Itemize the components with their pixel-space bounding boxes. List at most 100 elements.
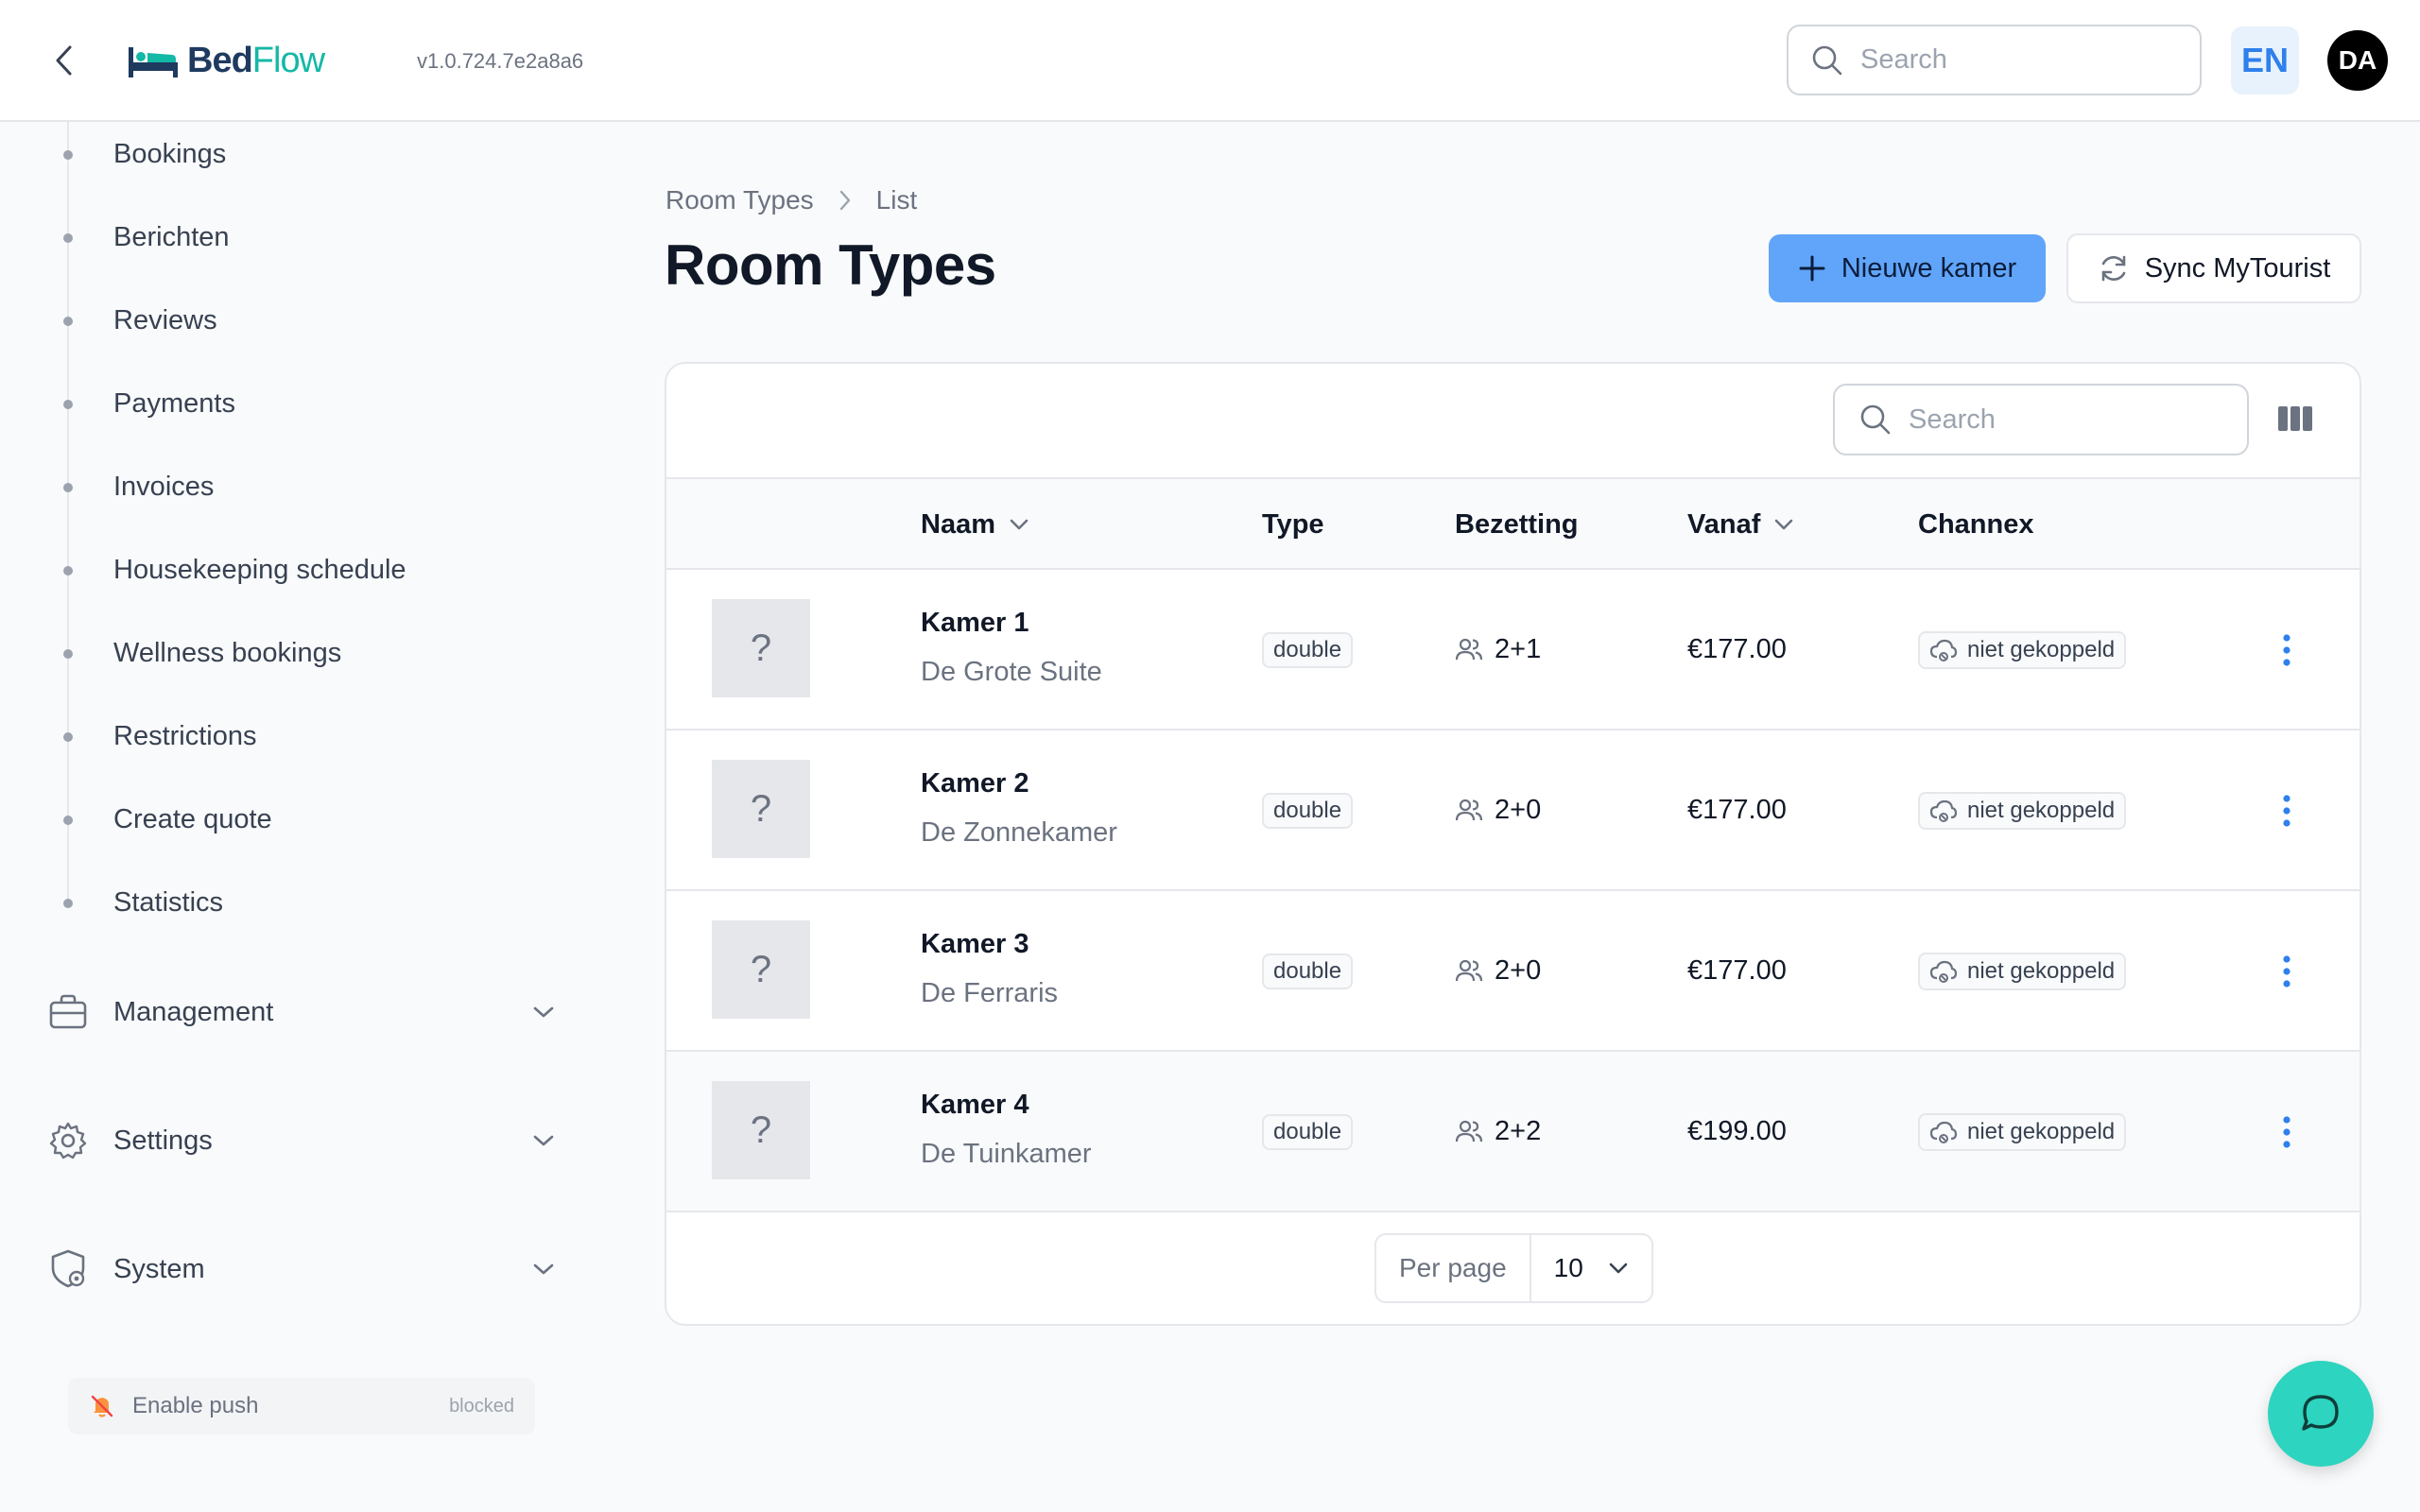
room-type-badge: double (1262, 1114, 1354, 1150)
sidebar-group-system[interactable]: System (47, 1241, 558, 1297)
more-vertical-icon (2283, 955, 2290, 988)
global-search[interactable] (1787, 25, 2202, 95)
room-subtitle: De Ferraris (921, 978, 1059, 1008)
table-search-input[interactable] (1909, 404, 2192, 436)
channex-status-badge: niet gekoppeld (1918, 953, 2127, 990)
sidebar-item-label: Invoices (113, 472, 215, 502)
shield-gear-icon (47, 1248, 89, 1290)
user-avatar[interactable]: DA (2327, 30, 2388, 91)
row-actions-button[interactable] (2273, 628, 2300, 672)
search-icon (1860, 404, 1891, 435)
room-price: €199.00 (1687, 1116, 1787, 1146)
sidebar-item-bookings[interactable]: Bookings (63, 135, 226, 173)
room-types-table-card: Naam Type Bezetting Vanaf Channex ? Kame… (665, 362, 2361, 1326)
chevron-right-icon (839, 190, 850, 211)
new-room-button[interactable]: Nieuwe kamer (1769, 234, 2046, 302)
column-header-naam[interactable]: Naam (921, 479, 1029, 570)
app-version: v1.0.724.7e2a8a6 (417, 49, 584, 73)
sidebar-item-payments[interactable]: Payments (63, 385, 235, 422)
room-thumbnail: ? (712, 760, 810, 858)
cloud-off-icon (1929, 1121, 1958, 1143)
room-subtitle: De Grote Suite (921, 657, 1102, 687)
chat-bubble-icon (2302, 1395, 2339, 1431)
table-row[interactable]: ? Kamer 1 De Grote Suite double 2+1 €177… (666, 570, 2360, 730)
chevron-left-icon (56, 45, 72, 76)
column-header-type: Type (1262, 479, 1324, 570)
room-price: €177.00 (1687, 955, 1787, 986)
sidebar-item-invoices[interactable]: Invoices (63, 468, 215, 506)
table-row[interactable]: ? Kamer 2 De Zonnekamer double 2+0 €177.… (666, 730, 2360, 891)
more-vertical-icon (2283, 1116, 2290, 1148)
channex-status-label: niet gekoppeld (1967, 958, 2116, 984)
sidebar-item-label: Create quote (113, 804, 272, 834)
users-icon (1455, 1120, 1483, 1143)
bell-off-icon (91, 1395, 113, 1418)
cloud-off-icon (1929, 960, 1958, 983)
back-button[interactable] (47, 42, 81, 79)
sidebar-item-wellness[interactable]: Wellness bookings (63, 634, 342, 672)
room-name: Kamer 4 (921, 1090, 1029, 1120)
sidebar-item-housekeeping[interactable]: Housekeeping schedule (63, 551, 406, 589)
breadcrumb-parent[interactable]: Room Types (666, 185, 814, 215)
sidebar-item-create-quote[interactable]: Create quote (63, 800, 272, 838)
toggle-columns-button[interactable] (2276, 402, 2314, 436)
per-page-select[interactable]: 10 (1531, 1235, 1651, 1301)
occupancy-value: 2+1 (1495, 633, 1542, 664)
nav-dot (63, 233, 73, 243)
app-logo[interactable]: BedFlow (127, 36, 325, 85)
nav-dot (63, 816, 73, 825)
page-title: Room Types (665, 233, 996, 297)
sidebar-group-label: Management (113, 996, 274, 1027)
room-thumbnail: ? (712, 920, 810, 1019)
more-vertical-icon (2283, 795, 2290, 827)
sidebar-item-reviews[interactable]: Reviews (63, 301, 217, 339)
nav-dot (63, 649, 73, 659)
breadcrumb: Room Types List (666, 185, 917, 215)
column-header-label: Type (1262, 508, 1324, 540)
sidebar-item-label: Reviews (113, 305, 217, 335)
search-icon (1812, 45, 1842, 75)
table-row[interactable]: ? Kamer 4 De Tuinkamer double 2+2 €199.0… (666, 1052, 2360, 1212)
sidebar-group-management[interactable]: Management (47, 984, 558, 1040)
column-header-vanaf[interactable]: Vanaf (1687, 479, 1794, 570)
new-room-label: Nieuwe kamer (1841, 252, 2017, 284)
users-icon (1455, 638, 1483, 661)
pagination: Per page 10 (1374, 1233, 1653, 1303)
channex-status-badge: niet gekoppeld (1918, 792, 2127, 830)
enable-push-button[interactable]: Enable push blocked (68, 1378, 535, 1435)
logo-text-flow: Flow (251, 40, 325, 80)
table-toolbar (666, 364, 2360, 477)
room-name: Kamer 3 (921, 929, 1029, 959)
more-vertical-icon (2283, 634, 2290, 666)
table-row[interactable]: ? Kamer 3 De Ferraris double 2+0 €177.00… (666, 891, 2360, 1052)
sidebar-item-berichten[interactable]: Berichten (63, 218, 230, 256)
row-actions-button[interactable] (2273, 1110, 2300, 1154)
sync-mytourist-label: Sync MyTourist (2144, 252, 2331, 284)
room-name: Kamer 1 (921, 608, 1029, 638)
sidebar-item-label: Wellness bookings (113, 638, 342, 668)
briefcase-icon (47, 991, 89, 1033)
sidebar-item-statistics[interactable]: Statistics (63, 884, 223, 921)
global-search-input[interactable] (1860, 44, 2125, 76)
row-actions-button[interactable] (2273, 789, 2300, 833)
sidebar-item-restrictions[interactable]: Restrictions (63, 717, 257, 755)
occupancy: 2+0 (1455, 791, 1541, 829)
language-switcher[interactable]: EN (2231, 26, 2299, 94)
cloud-off-icon (1929, 639, 1958, 662)
channex-status-badge: niet gekoppeld (1918, 631, 2127, 669)
sidebar-item-label: Restrictions (113, 721, 257, 751)
nav-dot (63, 150, 73, 160)
row-actions-button[interactable] (2273, 950, 2300, 993)
sync-mytourist-button[interactable]: Sync MyTourist (2066, 233, 2361, 303)
sidebar-item-label: Berichten (113, 222, 230, 252)
users-icon (1455, 959, 1483, 982)
table-search[interactable] (1833, 384, 2249, 455)
occupancy: 2+2 (1455, 1112, 1541, 1150)
sidebar-group-settings[interactable]: Settings (47, 1112, 558, 1169)
nav-dot (63, 317, 73, 326)
channex-status-label: niet gekoppeld (1967, 798, 2116, 823)
top-bar: BedFlow v1.0.724.7e2a8a6 EN DA (0, 0, 2420, 122)
column-header-label: Naam (921, 508, 995, 540)
breadcrumb-current: List (875, 185, 918, 215)
chat-button[interactable] (2268, 1361, 2374, 1467)
